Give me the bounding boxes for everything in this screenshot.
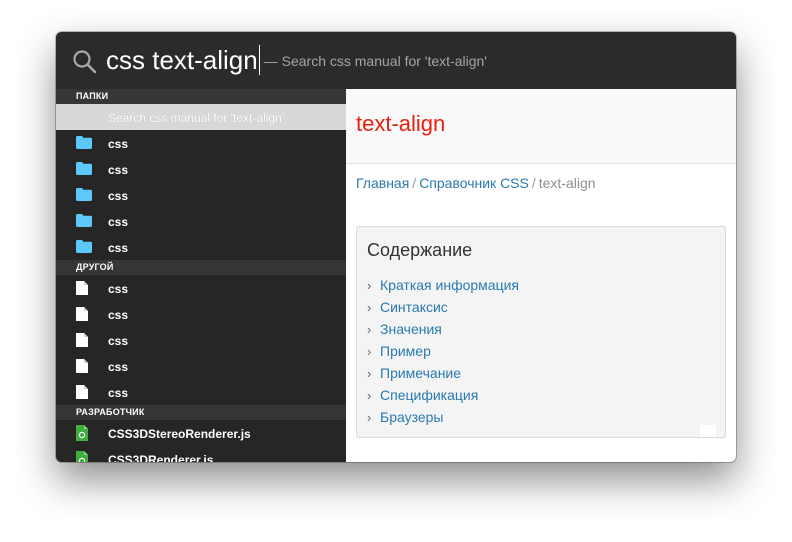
result-label: CSS3DStereoRenderer.js bbox=[108, 427, 251, 441]
chevron-right-icon: › bbox=[367, 366, 372, 381]
result-item-document[interactable]: css bbox=[56, 353, 346, 379]
result-item-folder[interactable]: css bbox=[56, 182, 346, 208]
document-icon bbox=[76, 307, 88, 321]
result-item-document[interactable]: css bbox=[56, 301, 346, 327]
toc-title: Содержание bbox=[367, 240, 473, 260]
folder-icon bbox=[76, 240, 92, 253]
document-icon bbox=[76, 385, 88, 399]
spotlight-window: css text-align — Search css manual for 't… bbox=[56, 32, 736, 462]
result-label: css bbox=[108, 215, 129, 229]
result-label: css bbox=[108, 282, 129, 296]
document-icon bbox=[76, 281, 88, 295]
breadcrumb-separator: / bbox=[531, 175, 536, 191]
result-label: css bbox=[108, 334, 129, 348]
breadcrumb-separator: / bbox=[412, 175, 417, 191]
result-item-folder[interactable]: css bbox=[56, 130, 346, 156]
chevron-right-icon: › bbox=[367, 344, 372, 359]
toc-link-note[interactable]: Примечание bbox=[380, 365, 461, 381]
result-item-js-file[interactable]: CSS3DStereoRenderer.js bbox=[56, 420, 346, 446]
toc-link-summary[interactable]: Краткая информация bbox=[380, 277, 519, 293]
chevron-right-icon: › bbox=[367, 278, 372, 293]
result-label: css bbox=[108, 163, 129, 177]
js-file-icon bbox=[76, 451, 88, 462]
result-item-search-manual[interactable]: Search css manual for 'text-align' bbox=[56, 104, 346, 130]
text-caret bbox=[258, 45, 260, 75]
result-item-folder[interactable]: css bbox=[56, 208, 346, 234]
toc-link-browsers[interactable]: Браузеры bbox=[380, 409, 444, 425]
results-sidebar: ПАПКИ Search css manual for 'text-align'… bbox=[56, 89, 346, 462]
toc-link-values[interactable]: Значения bbox=[380, 321, 442, 337]
result-label: css bbox=[108, 241, 129, 255]
toc-corner bbox=[700, 425, 716, 437]
document-icon bbox=[76, 333, 88, 347]
search-bar[interactable]: css text-align — Search css manual for 't… bbox=[56, 32, 736, 90]
result-item-js-file[interactable]: CSS3DRenderer.js bbox=[56, 446, 346, 462]
result-item-document[interactable]: css bbox=[56, 327, 346, 353]
folder-icon bbox=[76, 136, 92, 149]
search-input[interactable]: css text-align — Search css manual for 't… bbox=[106, 43, 487, 78]
toc-item: › Значения bbox=[367, 318, 519, 340]
folder-icon bbox=[76, 214, 92, 227]
chevron-right-icon: › bbox=[367, 388, 372, 403]
js-file-icon bbox=[76, 425, 88, 441]
result-label: css bbox=[108, 137, 129, 151]
result-item-document[interactable]: css bbox=[56, 275, 346, 301]
doc-header: text-align bbox=[346, 89, 736, 164]
result-label: css bbox=[108, 189, 129, 203]
toc-list: › Краткая информация › Синтаксис › Значения… bbox=[367, 274, 519, 428]
chevron-right-icon: › bbox=[367, 410, 372, 425]
chevron-right-icon: › bbox=[367, 322, 372, 337]
breadcrumb-home-link[interactable]: Главная bbox=[356, 175, 409, 191]
result-label: CSS3DRenderer.js bbox=[108, 453, 214, 462]
result-item-folder[interactable]: css bbox=[56, 234, 346, 260]
document-icon bbox=[76, 359, 88, 373]
toc-item: › Краткая информация bbox=[367, 274, 519, 296]
folder-icon bbox=[76, 188, 92, 201]
result-label: css bbox=[108, 360, 129, 374]
breadcrumb: Главная / Справочник CSS / text-align bbox=[356, 175, 596, 191]
result-label: Search css manual for 'text-align' bbox=[108, 111, 284, 125]
toc-link-example[interactable]: Пример bbox=[380, 343, 431, 359]
search-hint: — Search css manual for 'text-align' bbox=[263, 53, 487, 69]
toc-item: › Синтаксис bbox=[367, 296, 519, 318]
breadcrumb-current: text-align bbox=[538, 175, 596, 191]
breadcrumb-reference-link[interactable]: Справочник CSS bbox=[419, 175, 529, 191]
toc-item: › Браузеры bbox=[367, 406, 519, 428]
section-header-folders: ПАПКИ bbox=[56, 89, 346, 104]
toc-item: › Пример bbox=[367, 340, 519, 362]
toc-link-syntax[interactable]: Синтаксис bbox=[380, 299, 448, 315]
result-label: css bbox=[108, 386, 129, 400]
result-item-folder[interactable]: css bbox=[56, 156, 346, 182]
section-header-other: ДРУГОЙ bbox=[56, 260, 346, 275]
folder-icon bbox=[76, 162, 92, 175]
section-header-developer: РАЗРАБОТЧИК bbox=[56, 405, 346, 420]
result-item-document[interactable]: css bbox=[56, 379, 346, 405]
table-of-contents: Содержание › Краткая информация › Синтакси… bbox=[356, 226, 726, 438]
search-query[interactable]: css text-align bbox=[106, 45, 258, 75]
toc-item: › Примечание bbox=[367, 362, 519, 384]
preview-pane: text-align Главная / Справочник CSS / text-a… bbox=[346, 89, 736, 462]
toc-link-specification[interactable]: Спецификация bbox=[380, 387, 478, 403]
chevron-right-icon: › bbox=[367, 300, 372, 315]
search-icon bbox=[73, 50, 97, 74]
result-label: css bbox=[108, 308, 129, 322]
page-title: text-align bbox=[356, 111, 446, 136]
toc-item: › Спецификация bbox=[367, 384, 519, 406]
